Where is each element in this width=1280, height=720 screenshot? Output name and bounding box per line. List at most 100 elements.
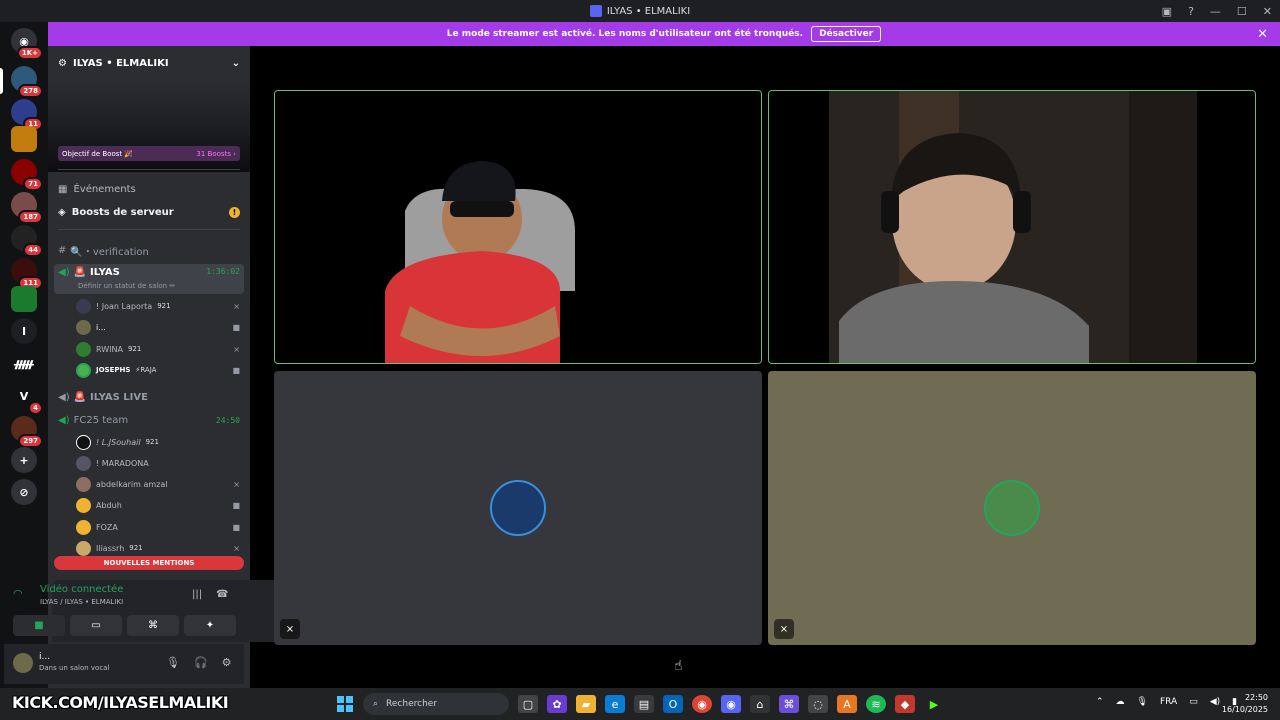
banner-close-icon[interactable]: ✕ (1257, 27, 1268, 42)
voice-user[interactable]: ! Joan Laporta 921 ⨯ (76, 296, 240, 316)
chevron-up-icon[interactable]: ⌃ (1096, 697, 1104, 707)
app-icon-steam[interactable]: ◌ (808, 695, 828, 713)
user-name: ! Joan Laporta (96, 301, 153, 311)
video-tile-2[interactable] (768, 90, 1256, 364)
activities-button[interactable]: ⌘ (127, 615, 179, 636)
alert-icon: 🚨 (73, 267, 87, 278)
voice-user[interactable]: JOSEPHS ⚡RAJA ■ (76, 360, 240, 380)
new-mentions-bar[interactable]: NOUVELLES MENTIONS (54, 556, 244, 570)
voice-channel-ilyas-live[interactable]: ◀) 🚨 ILYAS LIVE (54, 387, 244, 407)
noise-suppression-icon[interactable]: ||| (192, 589, 202, 600)
guild-header[interactable]: ⚙ ILYAS • ELMALIKI ⌄ (48, 46, 250, 80)
channel-timer: 24:50 (215, 415, 240, 425)
copilot-icon[interactable]: ✿ (547, 695, 567, 713)
camera-icon: ■ (232, 500, 240, 510)
chrome-icon[interactable]: ◉ (692, 695, 712, 713)
screen-share-button[interactable]: ▭ (70, 615, 122, 636)
channel-status[interactable]: Définir un statut de salon ✏ (78, 282, 175, 290)
photos-icon[interactable]: ⌂ (750, 695, 770, 713)
windows-start-icon[interactable] (337, 696, 353, 712)
voice-channel-path[interactable]: ILYAS / ILYAS • ELMALIKI (40, 598, 123, 606)
user-avatar[interactable] (13, 653, 33, 673)
video-tile-3[interactable]: ⨯ (274, 371, 762, 645)
muted-icon: ⨯ (233, 301, 240, 311)
mouse-cursor-icon: ☝ (674, 658, 683, 674)
channel-label: 🔍・verification (70, 246, 149, 258)
boost-goal[interactable]: Objectif de Boost 🎉 31 Boosts › (58, 146, 240, 161)
channel-verification[interactable]: # 🔍・verification (54, 240, 244, 260)
spotify-icon[interactable]: ≋ (866, 695, 886, 713)
language-indicator[interactable]: FRA (1160, 697, 1177, 707)
events-link[interactable]: ▦ Événements (58, 180, 240, 198)
game-icon[interactable]: ⌘ (779, 695, 799, 713)
soundboard-button[interactable]: ✦ (184, 615, 236, 636)
home-button[interactable]: ◉ 1K+ (11, 28, 43, 60)
task-view-icon[interactable]: ▢ (518, 695, 538, 713)
avatar (76, 341, 91, 357)
server-icon-2[interactable]: 11 (11, 99, 43, 131)
microphone-icon[interactable]: 🎙 (166, 656, 180, 669)
server-icon-11[interactable]: V4 (11, 383, 43, 415)
app-icon-red[interactable]: ◆ (895, 695, 915, 713)
add-server-icon[interactable]: + (11, 447, 37, 473)
disconnect-icon[interactable]: ☎ (216, 589, 228, 600)
server-icon-6[interactable]: 44 (11, 225, 43, 257)
taskbar-search[interactable]: ⌕ Rechercher (363, 693, 509, 715)
edge-icon[interactable]: e (605, 695, 625, 713)
app-icon-play[interactable]: ▶ (924, 695, 944, 713)
help-icon[interactable]: ? (1188, 5, 1194, 18)
voice-user[interactable]: ! MARADONA (76, 453, 240, 473)
server-boosts-label: Boosts de serveur (71, 206, 174, 218)
server-icon-1[interactable]: 278 (11, 66, 43, 98)
server-icon-3[interactable] (11, 126, 37, 152)
discord-taskbar-icon[interactable]: ◉ (721, 695, 741, 713)
user-name: Abduh (96, 500, 122, 510)
voice-user[interactable]: Iliassrh 921 ⨯ (76, 538, 240, 558)
voice-channel-fc25[interactable]: ◀) FC25 team 24:50 (54, 410, 244, 430)
voice-user[interactable]: Abduh ■ (76, 495, 240, 515)
outlook-icon[interactable]: O (663, 695, 683, 713)
volume-icon[interactable]: ◀) (1210, 697, 1220, 707)
server-icon-10[interactable]: ᚏ (11, 351, 37, 377)
server-icon-9[interactable]: I (11, 318, 37, 344)
voice-channel-ilyas[interactable]: ◀) 🚨 ILYAS 1:36:02 Définir un statut de … (54, 264, 244, 294)
settings-gear-icon[interactable]: ⚙ (222, 656, 232, 669)
maximize-button[interactable]: ☐ (1237, 5, 1247, 18)
taskbar-clock[interactable]: 22:50 16/10/2025 (1222, 692, 1268, 716)
microphone-icon[interactable]: 🎙 (1137, 697, 1148, 707)
clock-time: 22:50 (1244, 693, 1268, 702)
voice-user[interactable]: abdelkarim amzal ⨯ (76, 474, 240, 494)
voice-user[interactable]: FOZA ■ (76, 517, 240, 537)
voice-user[interactable]: ! L.JSouhail 921 (76, 432, 240, 452)
camera-toggle-button[interactable]: ■ (13, 615, 65, 636)
user-panel-name[interactable]: i... (39, 652, 50, 662)
muted-icon: ⨯ (233, 543, 240, 553)
voice-user[interactable]: i... ■ (76, 317, 240, 337)
signal-icon[interactable]: ◠ (13, 587, 33, 607)
voice-user[interactable]: RWINA 921 ⨯ (76, 339, 240, 359)
app-icon-a[interactable]: A (837, 695, 857, 713)
cloud-icon[interactable]: ☁ (1116, 697, 1125, 707)
video-tile-4[interactable]: ⨯ (768, 371, 1256, 645)
server-icon-5[interactable]: 187 (11, 192, 43, 224)
file-explorer-icon[interactable]: ▰ (576, 695, 596, 713)
server-icon-4[interactable]: 71 (11, 159, 43, 191)
server-badge: 297 (18, 434, 43, 448)
voice-status[interactable]: Vidéo connectée (40, 584, 123, 595)
server-icon-8[interactable] (11, 286, 37, 312)
minimize-button[interactable]: — (1210, 5, 1221, 18)
server-boosts-link[interactable]: ◈ Boosts de serveur ! (58, 203, 240, 221)
server-icon-12[interactable]: 297 (11, 416, 43, 448)
disable-streamer-button[interactable]: Désactiver (811, 26, 882, 42)
window-title: ILYAS • ELMALIKI (589, 5, 690, 17)
network-icon[interactable]: ▭ (1189, 697, 1198, 707)
store-icon[interactable]: ▤ (634, 695, 654, 713)
server-icon-7[interactable]: 111 (11, 258, 43, 290)
avatar (76, 476, 91, 492)
headphones-icon[interactable]: 🎧 (194, 656, 208, 669)
server-badge: 278 (18, 84, 43, 98)
inbox-icon[interactable]: ▣ (1162, 5, 1172, 18)
discover-icon[interactable]: ⊘ (11, 479, 37, 505)
video-tile-1[interactable] (274, 90, 762, 364)
close-window-button[interactable]: ✕ (1263, 5, 1272, 18)
